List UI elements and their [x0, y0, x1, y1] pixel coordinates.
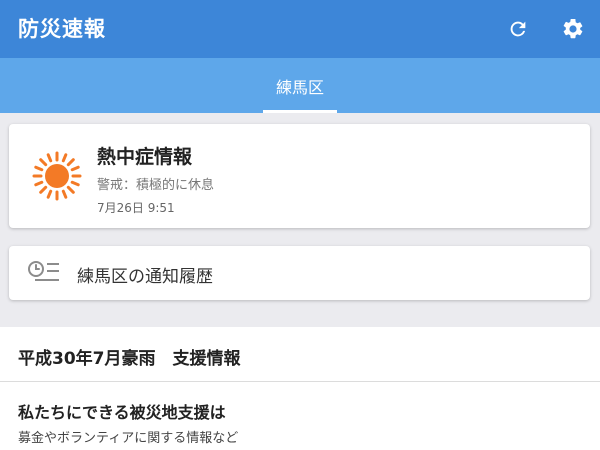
tab-nerima[interactable]: 練馬区: [263, 58, 337, 113]
settings-button[interactable]: [558, 14, 588, 44]
app-bar: 防災速報: [0, 0, 600, 58]
sun-icon: [32, 151, 82, 201]
refresh-button[interactable]: [503, 14, 533, 44]
alert-timestamp: 7月26日 9:51: [97, 201, 175, 215]
support-item-subtitle: 募金やボランティアに関する情報など: [18, 431, 239, 446]
support-section: 平成30年7月豪雨 支援情報 私たちにできる被災地支援は 募金やボランティアに関…: [0, 327, 600, 450]
tab-indicator: [263, 110, 337, 113]
alert-title: 熱中症情報: [97, 146, 193, 168]
app-title: 防災速報: [18, 17, 106, 41]
gear-icon: [563, 18, 583, 39]
history-list-icon: [28, 261, 59, 281]
alert-level: 警戒：積極的に休息: [97, 178, 215, 193]
history-label: 練馬区の通知履歴: [77, 267, 213, 287]
support-header: 平成30年7月豪雨 支援情報: [18, 349, 241, 369]
refresh-icon: [510, 21, 526, 37]
support-list-item[interactable]: 私たちにできる被災地支援は 募金やボランティアに関する情報など: [0, 382, 600, 450]
notification-history-card[interactable]: 練馬区の通知履歴: [9, 246, 590, 300]
tab-bar: 練馬区: [0, 58, 600, 113]
heatstroke-alert-card[interactable]: 熱中症情報 警戒：積極的に休息 7月26日 9:51: [9, 124, 590, 228]
support-item-title: 私たちにできる被災地支援は: [18, 403, 226, 422]
